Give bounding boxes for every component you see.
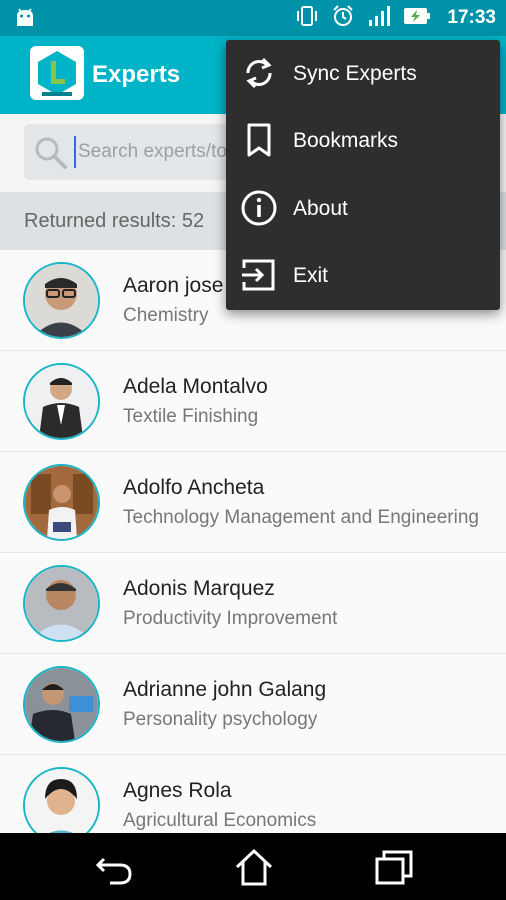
avatar xyxy=(23,262,100,339)
expert-name: Adolfo Ancheta xyxy=(123,476,265,499)
system-nav-bar xyxy=(0,833,506,900)
exit-icon xyxy=(240,256,278,294)
results-count: Returned results: 52 xyxy=(24,210,205,232)
menu-item-label: Exit xyxy=(293,264,329,287)
avatar xyxy=(23,363,100,440)
menu-item-sync-experts[interactable]: Sync Experts xyxy=(226,40,500,107)
recents-icon[interactable] xyxy=(374,847,414,887)
menu-item-label: Bookmarks xyxy=(293,129,399,152)
menu-item-label: Sync Experts xyxy=(293,62,417,85)
menu-item-exit[interactable]: Exit xyxy=(226,242,500,309)
list-item[interactable]: Adolfo Ancheta Technology Management and… xyxy=(0,452,506,553)
app-logo xyxy=(30,46,84,100)
alarm-icon xyxy=(331,4,355,33)
page-title: Experts xyxy=(92,61,181,88)
avatar xyxy=(23,666,100,743)
android-icon xyxy=(14,8,36,33)
expert-name: Adonis Marquez xyxy=(123,577,275,600)
expert-field: Productivity Improvement xyxy=(123,608,338,629)
menu-item-about[interactable]: About xyxy=(226,175,500,242)
expert-field: Textile Finishing xyxy=(123,406,259,427)
clock: 17:33 xyxy=(447,7,496,28)
vibrate-icon xyxy=(295,5,319,32)
menu-item-bookmarks[interactable]: Bookmarks xyxy=(226,107,500,174)
bookmark-icon xyxy=(240,121,278,159)
expert-field: Chemistry xyxy=(123,305,209,326)
avatar xyxy=(23,464,100,541)
info-icon xyxy=(240,189,278,227)
home-icon[interactable] xyxy=(234,847,274,887)
list-item[interactable]: Adrianne john Galang Personality psychol… xyxy=(0,654,506,755)
expert-field: Personality psychology xyxy=(123,709,318,730)
expert-field: Agricultural Economics xyxy=(123,810,317,831)
expert-name: Adrianne john Galang xyxy=(123,678,327,701)
list-item[interactable]: Agnes Rola Agricultural Economics xyxy=(0,755,506,833)
battery-charging-icon xyxy=(403,6,431,31)
overflow-menu: Sync Experts Bookmarks About Exit xyxy=(226,40,500,310)
expert-name: Adela Montalvo xyxy=(123,375,268,398)
signal-icon xyxy=(367,5,391,32)
sync-icon xyxy=(240,54,278,92)
search-icon xyxy=(32,134,70,177)
expert-name: Aaron jose xyxy=(123,274,224,297)
avatar xyxy=(23,767,100,833)
list-item[interactable]: Adonis Marquez Productivity Improvement xyxy=(0,553,506,654)
expert-name: Agnes Rola xyxy=(123,779,232,802)
experts-list: Aaron jose Chemistry Adela Montalvo Text… xyxy=(0,250,506,833)
menu-item-label: About xyxy=(293,197,348,220)
status-bar: 17:33 xyxy=(0,0,506,36)
avatar xyxy=(23,565,100,642)
list-item[interactable]: Adela Montalvo Textile Finishing xyxy=(0,351,506,452)
expert-field: Technology Management and Engineering xyxy=(123,507,479,528)
back-icon[interactable] xyxy=(94,847,134,887)
